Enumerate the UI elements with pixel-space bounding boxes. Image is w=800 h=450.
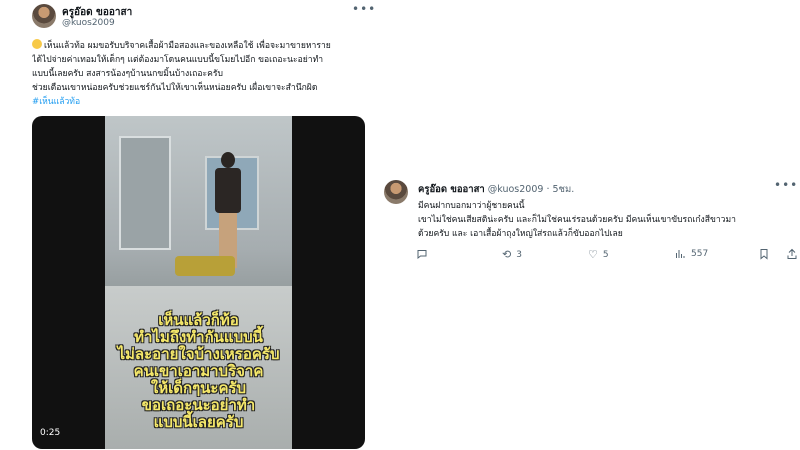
reply-text-line: ด้วยครับ และ เอาเสื้อผ้าถุงใหญ่ใส่รถแล้ว…	[418, 229, 623, 239]
tweet-text-line: เห็นแล้วท้อ ผมขอรับบริจาคเสื้อผ้ามือสองแ…	[44, 41, 331, 51]
caption-line: ให้เด็กๆนะครับ	[150, 379, 247, 397]
donation-bags	[175, 256, 235, 276]
sad-face-icon	[32, 39, 42, 49]
caption-line: แบบนี้เลยครับ	[153, 413, 244, 431]
video-timer: 0:25	[40, 428, 61, 438]
caption-line: ไม่ละอายใจบ้างเหรอครับ	[117, 345, 280, 363]
action-bar: ⟲ 3 ♡ 5 557	[416, 248, 798, 264]
caption-line: เห็นแล้วก็ท้อ	[158, 311, 239, 329]
retweet-button[interactable]: ⟲ 3	[502, 248, 522, 261]
views-icon	[676, 250, 685, 258]
avatar[interactable]	[384, 180, 408, 204]
tweet-text: เห็นแล้วท้อ ผมขอรับบริจาคเสื้อผ้ามือสองแ…	[32, 39, 370, 109]
person-figure	[213, 152, 243, 272]
like-count: 5	[602, 249, 609, 260]
views-button[interactable]: 557	[674, 248, 708, 260]
video-caption: เห็นแล้วก็ท้อ ทำไมถึงทำกันแบบนี้ ไม่ละอา…	[32, 312, 365, 431]
reply-text: มีคนฝากบอกมาว่าผู้ชายคนนี้ เขาไม่ใช่คนเส…	[418, 199, 788, 241]
author-handle[interactable]: @kuos2009	[488, 184, 544, 195]
caption-line: ทำไมถึงทำกันแบบนี้	[134, 328, 263, 346]
hashtag-link[interactable]: #เห็นแล้วท้อ	[32, 95, 370, 109]
more-horizontal-icon[interactable]: •••	[352, 2, 376, 16]
glass-door	[119, 136, 171, 250]
tweet-text-line: ได้ไปจ่ายค่าเทอมให้เด็กๆ แต่ต้องมาโดนคนแ…	[32, 55, 324, 65]
reply-text-line: มีคนฝากบอกมาว่าผู้ชายคนนี้	[418, 201, 525, 211]
caption-line: คนเขาเอามาบริจาค	[133, 362, 264, 380]
share-button[interactable]	[786, 248, 798, 260]
timestamp[interactable]: 5ชม.	[553, 184, 575, 195]
bookmark-button[interactable]	[758, 248, 770, 260]
tweet-text-line: แบบนี้เลยครับ สงสารน้องๆบ้านนกขมิ้นบ้างเ…	[32, 69, 223, 79]
caption-line: ขอเถอะนะอย่าทำ	[141, 396, 256, 414]
author-name[interactable]: ครูอ๊อด ขออาสา	[418, 184, 485, 195]
separator: ·	[546, 184, 550, 195]
like-icon: ♡	[588, 248, 598, 261]
bookmark-icon	[760, 249, 768, 260]
reply-icon	[417, 250, 427, 260]
tweet-text-line: ช่วยเตือนเขาหน่อยครับช่วยแชร์กันไปให้เขา…	[32, 83, 318, 93]
video-player[interactable]: เห็นแล้วก็ท้อ ทำไมถึงทำกันแบบนี้ ไม่ละอา…	[32, 116, 365, 449]
reply-button[interactable]	[416, 248, 428, 260]
reply-header: ครูอ๊อด ขออาสา @kuos2009 · 5ชม.	[418, 182, 574, 197]
like-button[interactable]: ♡ 5	[588, 248, 609, 261]
more-horizontal-icon[interactable]: •••	[774, 178, 798, 192]
reply-tweet[interactable]: ครูอ๊อด ขออาสา @kuos2009 · 5ชม. ••• มีคน…	[380, 172, 800, 282]
share-icon	[787, 248, 797, 259]
main-tweet: ครูอ๊อด ขออาสา @kuos2009 ••• เห็นแล้วท้อ…	[0, 0, 378, 450]
retweet-count: 3	[516, 249, 522, 260]
views-count: 557	[691, 249, 709, 259]
author-handle[interactable]: @kuos2009	[62, 18, 115, 28]
avatar[interactable]	[32, 4, 56, 28]
retweet-icon: ⟲	[502, 248, 512, 261]
reply-text-line: เขาไม่ใช่คนเสียสติน่ะครับ และก็ไม่ใช่คนเ…	[418, 215, 736, 225]
